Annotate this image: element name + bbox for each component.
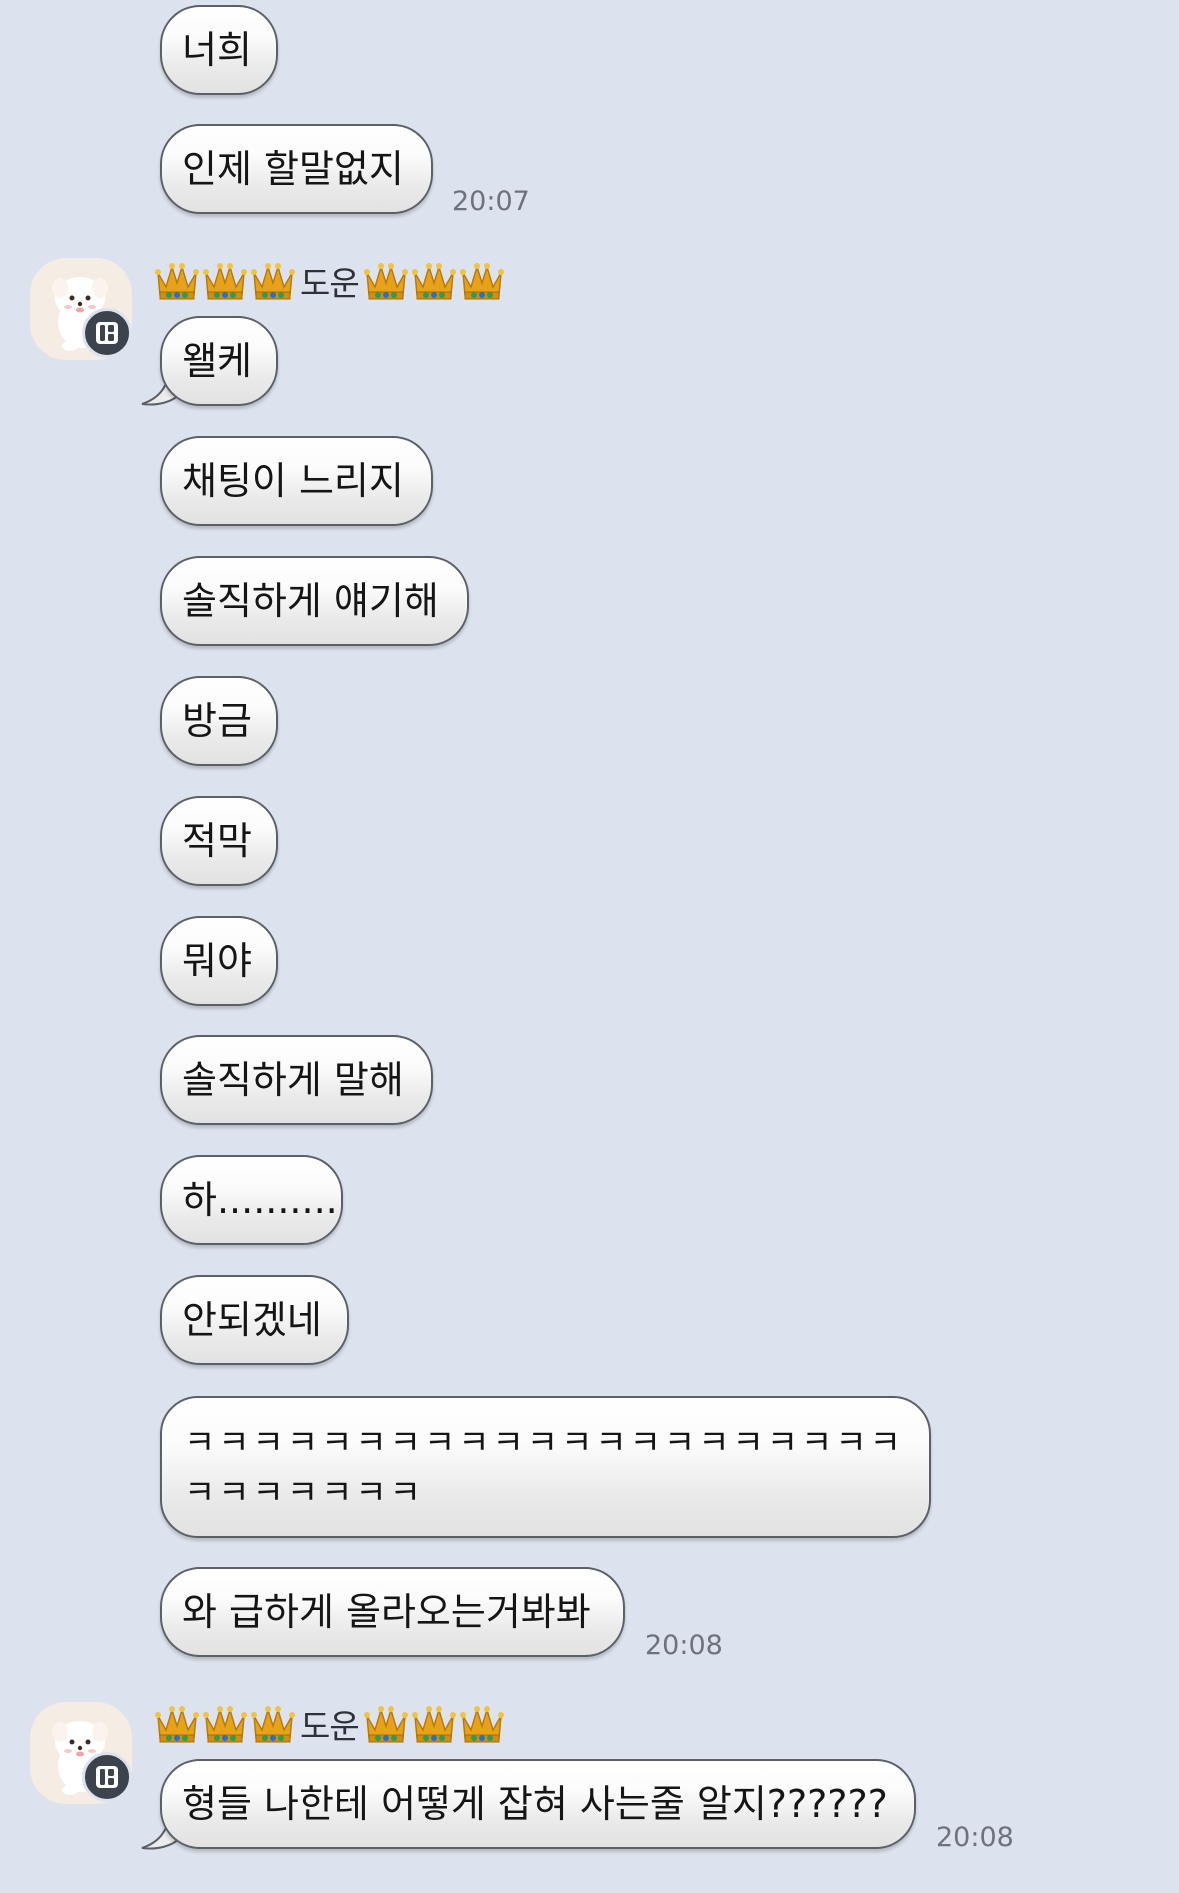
crown-icon [459, 1704, 505, 1744]
message-bubble[interactable]: 와 급하게 올라오는거봐봐 [160, 1567, 625, 1657]
message-bubble[interactable]: 솔직하게 말해 [160, 1035, 433, 1125]
message-bubble[interactable]: 채팅이 느리지 [160, 436, 433, 526]
crown-icon [250, 1704, 296, 1744]
crown-icon [363, 261, 409, 301]
sender-name: 도운 [300, 1707, 360, 1746]
crown-icon [411, 1704, 457, 1744]
crown-icon [250, 261, 296, 301]
message-bubble[interactable]: 뭐야 [160, 916, 278, 1006]
crown-icon [154, 1704, 200, 1744]
crown-icon [202, 1704, 248, 1744]
message-bubble[interactable]: ㅋㅋㅋㅋㅋㅋㅋㅋㅋㅋㅋㅋㅋㅋㅋㅋㅋㅋㅋㅋㅋㅋㅋㅋㅋㅋㅋㅋ [160, 1396, 931, 1538]
message-bubble[interactable]: 안되겠네 [160, 1275, 349, 1365]
message-bubble[interactable]: 형들 나한테 어떻게 잡혀 사는줄 알지?????? [160, 1759, 916, 1849]
message-bubble[interactable]: 왤케 [160, 316, 278, 406]
message-text: ㅋㅋㅋㅋㅋㅋㅋㅋㅋㅋㅋㅋㅋㅋㅋㅋㅋㅋㅋㅋㅋㅋㅋㅋㅋㅋㅋㅋ [184, 1423, 904, 1513]
message-text: 방금 [182, 699, 252, 743]
message-bubble[interactable]: 인제 할말없지 [160, 124, 433, 214]
message-text: 안되겠네 [182, 1298, 322, 1342]
message-text: 채팅이 느리지 [182, 459, 404, 503]
message-text: 하.......... [182, 1178, 338, 1222]
message-text: 형들 나한테 어떻게 잡혀 사는줄 알지?????? [182, 1782, 888, 1826]
crown-icon [363, 1704, 409, 1744]
message-text: 인제 할말없지 [182, 147, 404, 191]
crown-icon [154, 261, 200, 301]
message-bubble[interactable]: 너희 [160, 5, 278, 95]
message-timestamp: 20:08 [936, 1822, 1014, 1853]
crown-icon [459, 261, 505, 301]
message-timestamp: 20:07 [452, 186, 530, 217]
message-text: 뭐야 [182, 939, 252, 983]
crown-icon [411, 261, 457, 301]
profile-badge-icon [82, 308, 132, 358]
chat-area: 너희 인제 할말없지 20:07 도운 왤케 채팅이 느리지 솔직하게 얘기해 … [0, 0, 1179, 1893]
sender-line: 도운 [154, 1699, 507, 1749]
message-text: 너희 [182, 28, 252, 72]
message-text: 솔직하게 말해 [182, 1058, 404, 1102]
crown-icon [202, 261, 248, 301]
sender-name: 도운 [300, 264, 360, 303]
profile-badge-icon [82, 1752, 132, 1802]
avatar[interactable] [30, 1702, 132, 1804]
avatar[interactable] [30, 258, 132, 360]
message-bubble[interactable]: 방금 [160, 676, 278, 766]
message-bubble[interactable]: 적막 [160, 796, 278, 886]
message-timestamp: 20:08 [645, 1630, 723, 1661]
sender-line: 도운 [154, 256, 507, 306]
message-text: 와 급하게 올라오는거봐봐 [182, 1590, 591, 1634]
message-text: 적막 [182, 819, 252, 863]
message-text: 솔직하게 얘기해 [182, 579, 439, 623]
message-bubble[interactable]: 하.......... [160, 1155, 343, 1245]
message-text: 왤케 [182, 339, 252, 383]
message-bubble[interactable]: 솔직하게 얘기해 [160, 556, 469, 646]
